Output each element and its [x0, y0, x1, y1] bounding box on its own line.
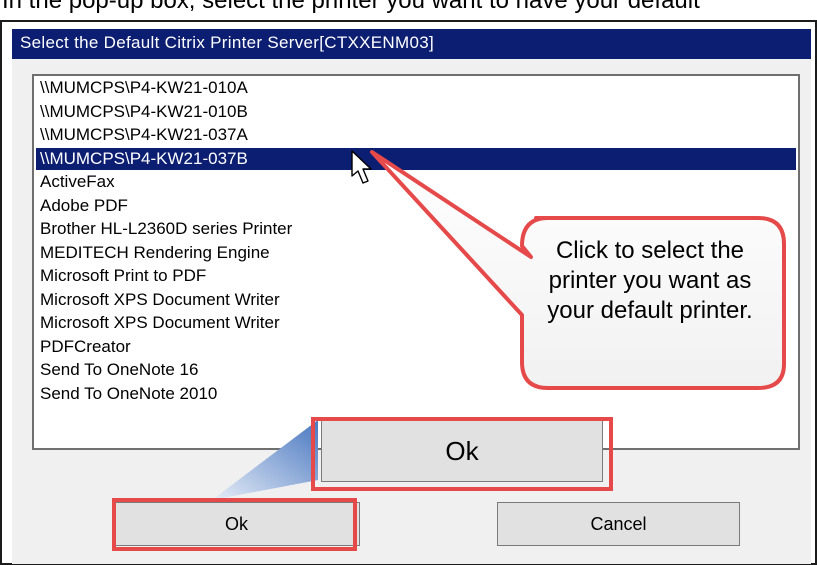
- mouse-cursor-icon: [351, 150, 372, 184]
- callout-text: Click to select the printer you want as …: [547, 237, 753, 324]
- zoom-ok-highlight: [311, 417, 613, 491]
- ok-button-highlight: [112, 498, 357, 551]
- zoom-pointer: [212, 420, 318, 500]
